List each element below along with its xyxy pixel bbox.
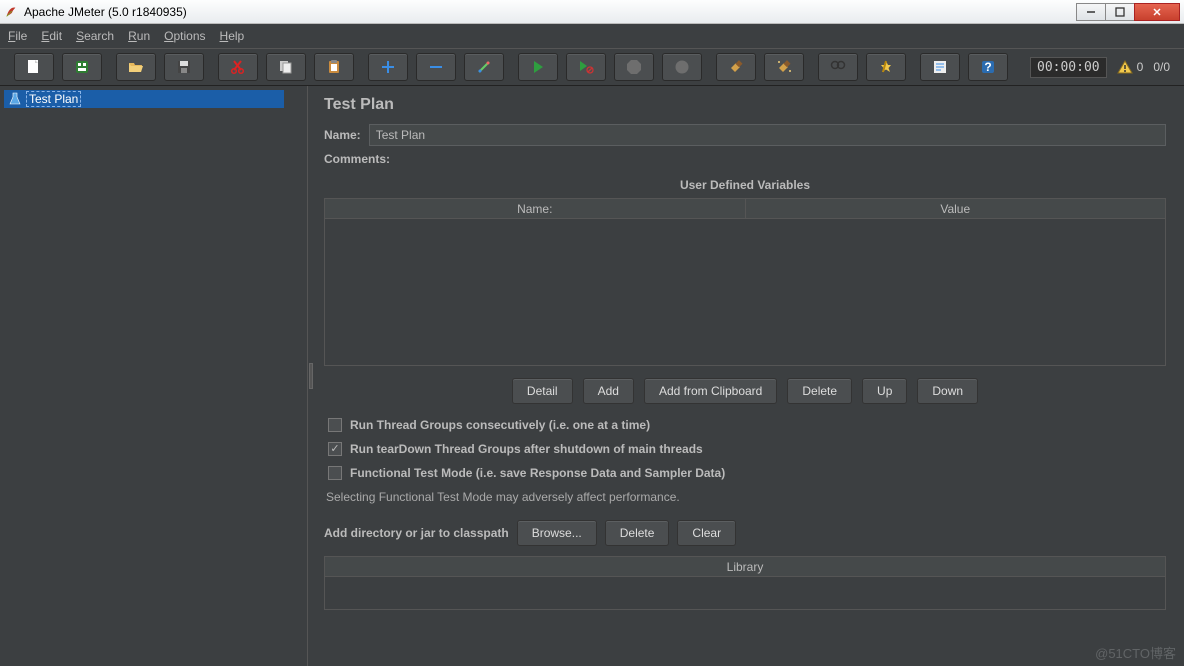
panel-title: Test Plan xyxy=(324,96,1166,114)
main-panel: Test Plan Name: Comments: User Defined V… xyxy=(314,86,1184,666)
functional-label: Functional Test Mode (i.e. save Response… xyxy=(350,466,725,480)
toggle-button[interactable] xyxy=(464,53,504,81)
udv-title: User Defined Variables xyxy=(324,178,1166,192)
classpath-delete-button[interactable]: Delete xyxy=(605,520,670,546)
menu-help[interactable]: Help xyxy=(220,29,245,43)
maximize-button[interactable] xyxy=(1105,3,1135,21)
collapse-button[interactable] xyxy=(416,53,456,81)
clear-classpath-button[interactable]: Clear xyxy=(677,520,736,546)
start-no-pause-button[interactable] xyxy=(566,53,606,81)
stop-button[interactable] xyxy=(614,53,654,81)
library-header: Library xyxy=(325,557,1165,577)
toolbar: ? 00:00:00 0 0/0 xyxy=(0,48,1184,86)
search-tree-button[interactable] xyxy=(818,53,858,81)
add-from-clipboard-button[interactable]: Add from Clipboard xyxy=(644,378,777,404)
warning-icon xyxy=(1117,59,1133,75)
comments-label: Comments: xyxy=(324,152,390,166)
clear-button[interactable] xyxy=(716,53,756,81)
app-icon xyxy=(4,5,18,19)
warning-count: 0 xyxy=(1137,60,1144,74)
detail-button[interactable]: Detail xyxy=(512,378,573,404)
menu-edit[interactable]: Edit xyxy=(41,29,62,43)
copy-button[interactable] xyxy=(266,53,306,81)
menu-options[interactable]: Options xyxy=(164,29,205,43)
teardown-label: Run tearDown Thread Groups after shutdow… xyxy=(350,442,703,456)
open-button[interactable] xyxy=(116,53,156,81)
menu-run[interactable]: Run xyxy=(128,29,150,43)
tree-root-label: Test Plan xyxy=(26,91,81,107)
cut-button[interactable] xyxy=(218,53,258,81)
browse-button[interactable]: Browse... xyxy=(517,520,597,546)
reset-search-button[interactable] xyxy=(866,53,906,81)
variables-table[interactable]: Name: Value xyxy=(324,198,1166,366)
add-button[interactable]: Add xyxy=(583,378,634,404)
col-name[interactable]: Name: xyxy=(325,199,746,218)
templates-button[interactable] xyxy=(62,53,102,81)
window-title: Apache JMeter (5.0 r1840935) xyxy=(24,5,1077,19)
svg-text:?: ? xyxy=(984,60,991,74)
expand-button[interactable] xyxy=(368,53,408,81)
name-label: Name: xyxy=(324,128,361,142)
up-button[interactable]: Up xyxy=(862,378,907,404)
help-button[interactable]: ? xyxy=(968,53,1008,81)
tree-root-item[interactable]: Test Plan xyxy=(4,90,284,108)
menu-file[interactable]: File xyxy=(8,29,27,43)
consecutive-checkbox[interactable] xyxy=(328,418,342,432)
function-helper-button[interactable] xyxy=(920,53,960,81)
paste-button[interactable] xyxy=(314,53,354,81)
flask-icon xyxy=(8,92,22,106)
functional-note: Selecting Functional Test Mode may adver… xyxy=(324,490,1166,504)
teardown-checkbox[interactable] xyxy=(328,442,342,456)
classpath-label: Add directory or jar to classpath xyxy=(324,526,509,540)
name-input[interactable] xyxy=(369,124,1166,146)
save-button[interactable] xyxy=(164,53,204,81)
shutdown-button[interactable] xyxy=(662,53,702,81)
menubar: File Edit Search Run Options Help xyxy=(0,24,1184,48)
menu-search[interactable]: Search xyxy=(76,29,114,43)
consecutive-label: Run Thread Groups consecutively (i.e. on… xyxy=(350,418,650,432)
functional-checkbox[interactable] xyxy=(328,466,342,480)
elapsed-time: 00:00:00 xyxy=(1030,57,1107,78)
down-button[interactable]: Down xyxy=(917,378,978,404)
col-value[interactable]: Value xyxy=(746,199,1166,218)
tree-panel[interactable]: Test Plan xyxy=(0,86,308,666)
window-titlebar: Apache JMeter (5.0 r1840935) xyxy=(0,0,1184,24)
delete-button[interactable]: Delete xyxy=(787,378,852,404)
library-table[interactable]: Library xyxy=(324,556,1166,610)
minimize-button[interactable] xyxy=(1076,3,1106,21)
new-button[interactable] xyxy=(14,53,54,81)
active-threads: 0/0 xyxy=(1153,60,1170,74)
close-button[interactable] xyxy=(1134,3,1180,21)
clear-all-button[interactable] xyxy=(764,53,804,81)
start-button[interactable] xyxy=(518,53,558,81)
